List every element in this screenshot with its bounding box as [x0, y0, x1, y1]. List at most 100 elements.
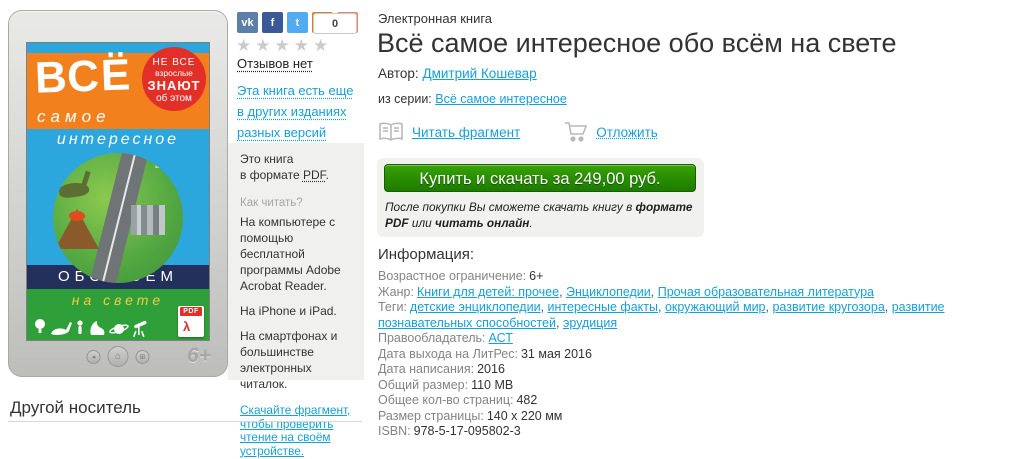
- page-title: Всё самое интересное обо всём на свете: [377, 28, 897, 58]
- cover-badge-line: об этом: [156, 93, 192, 104]
- read-on-iphone-text: На iPhone и iPad.: [240, 304, 337, 318]
- info-value: 31 мая 2016: [520, 346, 592, 361]
- cover-badge-line: ЗНАЮТ: [147, 78, 201, 93]
- buy-button[interactable]: Купить и скачать за 249,00 руб.: [384, 164, 696, 192]
- series-link[interactable]: Всё самое интересное: [435, 92, 567, 106]
- separator: ,: [657, 300, 665, 314]
- reviews-link[interactable]: Отзывов нет: [237, 56, 313, 71]
- separator: ,: [884, 300, 892, 314]
- author-line: Автор: Дмитрий Кошевар: [378, 66, 537, 81]
- pdf-format-link[interactable]: PDF: [303, 168, 326, 182]
- info-value: 140 x 220 мм: [486, 408, 563, 423]
- format-line: Это книга: [240, 152, 294, 166]
- device-apps-button[interactable]: ⊞: [135, 349, 150, 364]
- separator: ,: [555, 315, 563, 330]
- info-label: Правообладатель:: [378, 331, 486, 345]
- cover-orange-band: ВСЁ НЕ ВСЕ взрослые ЗНАЮТ об этом самое: [27, 47, 209, 129]
- author-label: Автор:: [378, 66, 419, 81]
- info-label: Размер страницы:: [378, 408, 484, 423]
- share-counter: 0: [313, 13, 357, 34]
- info-row: Размер страницы: 140 x 220 мм: [378, 409, 963, 425]
- info-link[interactable]: окружающий мир: [665, 300, 766, 314]
- open-book-icon: [378, 122, 404, 142]
- product-kind-label: Электронная книга: [378, 11, 493, 26]
- info-row: Теги: детские энциклопедии, интересные фа…: [378, 300, 963, 331]
- info-heading: Информация:: [378, 246, 475, 263]
- format-line: в формате PDF.: [240, 168, 329, 182]
- rating-stars[interactable]: ★★★★★: [236, 36, 332, 56]
- info-link[interactable]: Энциклопедии: [566, 285, 651, 299]
- info-row: Общий размер: 110 MB: [378, 378, 963, 394]
- cover-globe-illustration: [53, 153, 183, 283]
- cover-title-word: самое: [37, 107, 111, 126]
- info-link[interactable]: интересные факты: [548, 300, 658, 314]
- device-chin: ◂ ⌂ ⊞ 6+: [9, 340, 227, 376]
- series-label: из серии:: [378, 92, 432, 106]
- info-list: Возрастное ограничение: 6+ Жанр: Книги для …: [378, 269, 963, 440]
- ereader-device-mockup: ВСЁ НЕ ВСЕ взрослые ЗНАЮТ об этом самое инт…: [8, 10, 228, 377]
- info-row: Дата выхода на ЛитРес: 31 мая 2016: [378, 347, 963, 363]
- cart-icon: [564, 121, 588, 143]
- parachute-illustration: [155, 159, 173, 168]
- download-fragment-link[interactable]: Скачайте фрагмент, чтобы проверить чтени…: [240, 403, 358, 458]
- info-link[interactable]: детские энциклопедии: [410, 300, 541, 314]
- read-on-computer-text: На компьютере с помощью бесплатной прогр…: [240, 215, 341, 293]
- separator: ,: [650, 284, 658, 299]
- pdf-format-icon: PDF λ: [178, 306, 204, 337]
- author-link[interactable]: Дмитрий Кошевар: [422, 66, 536, 81]
- info-label: Общий размер:: [378, 377, 469, 392]
- other-media-heading: Другой носитель: [10, 398, 141, 417]
- info-row: Общее кол-во страниц: 482: [378, 393, 963, 409]
- action-row: Читать фрагмент Отложить: [378, 119, 658, 145]
- book-cover-image: ВСЁ НЕ ВСЕ взрослые ЗНАЮТ об этом самое инт…: [26, 42, 210, 341]
- info-label: Возрастное ограничение:: [378, 269, 527, 283]
- cover-title-word: ВСЁ: [34, 50, 134, 103]
- info-row: Правообладатель: АСТ: [378, 331, 963, 347]
- info-value: 482: [516, 393, 538, 407]
- purchase-box: Купить и скачать за 249,00 руб. После по…: [377, 158, 704, 237]
- cover-silhouettes-icon: [35, 319, 147, 338]
- info-row: Дата написания: 2016: [378, 362, 963, 378]
- separator: ,: [559, 284, 567, 299]
- info-link[interactable]: развитие кругозора: [772, 300, 884, 314]
- info-row: Возрастное ограничение: 6+: [378, 269, 963, 285]
- info-label: ISBN:: [378, 424, 411, 438]
- info-label: Жанр:: [378, 284, 414, 299]
- info-label: Дата выхода на ЛитРес:: [378, 346, 518, 361]
- info-row: Жанр: Книги для детей: прочее, Энциклопед…: [378, 285, 963, 301]
- other-editions-link[interactable]: Эта книга есть еще в других изданиях раз…: [237, 80, 362, 143]
- separator: ,: [540, 300, 548, 314]
- cover-title-word: интересное: [56, 131, 180, 148]
- info-link[interactable]: эрудиция: [563, 316, 617, 330]
- info-value: 110 MB: [471, 377, 514, 392]
- read-on-smartphones-text: На смартфонах и большинстве электронных …: [240, 329, 338, 391]
- cover-green-band: на свете PDF λ: [27, 289, 209, 340]
- vk-share-button-icon[interactable]: vk: [237, 12, 258, 33]
- format-info-box: Это книга в формате PDF. Как читать? На …: [228, 143, 364, 457]
- info-label: Теги:: [378, 300, 407, 314]
- cover-illustration: интересное: [27, 129, 209, 283]
- info-value: 2016: [477, 362, 505, 376]
- postpone-link[interactable]: Отложить: [596, 125, 658, 140]
- read-fragment-link[interactable]: Читать фрагмент: [412, 125, 520, 140]
- device-home-button[interactable]: ⌂: [107, 346, 129, 367]
- series-line: из серии: Всё самое интересное: [378, 92, 567, 106]
- info-row: ISBN: 978-5-17-095802-3: [378, 424, 963, 440]
- info-label: Общее кол-во страниц:: [378, 393, 514, 407]
- purchase-note: После покупки Вы сможете скачать книгу в…: [385, 200, 693, 230]
- city-illustration: [131, 205, 165, 235]
- twitter-share-button-icon[interactable]: t: [287, 12, 308, 33]
- device-back-button[interactable]: ◂: [86, 349, 101, 364]
- how-to-read-label: Как читать?: [240, 197, 303, 209]
- info-label: Дата написания:: [378, 362, 475, 376]
- age-rating-mark: 6+: [187, 344, 211, 367]
- facebook-share-button-icon[interactable]: f: [262, 12, 283, 33]
- cover-badge-line: НЕ ВСЕ: [152, 57, 196, 68]
- info-value: 6+: [529, 269, 544, 283]
- info-link[interactable]: Прочая образовательная литература: [658, 285, 874, 299]
- info-value: 978-5-17-095802-3: [413, 424, 521, 438]
- cover-badge: НЕ ВСЕ взрослые ЗНАЮТ об этом: [142, 47, 206, 111]
- info-link[interactable]: АСТ: [489, 331, 513, 345]
- info-link[interactable]: Книги для детей: прочее: [417, 285, 559, 299]
- divider: [8, 421, 362, 422]
